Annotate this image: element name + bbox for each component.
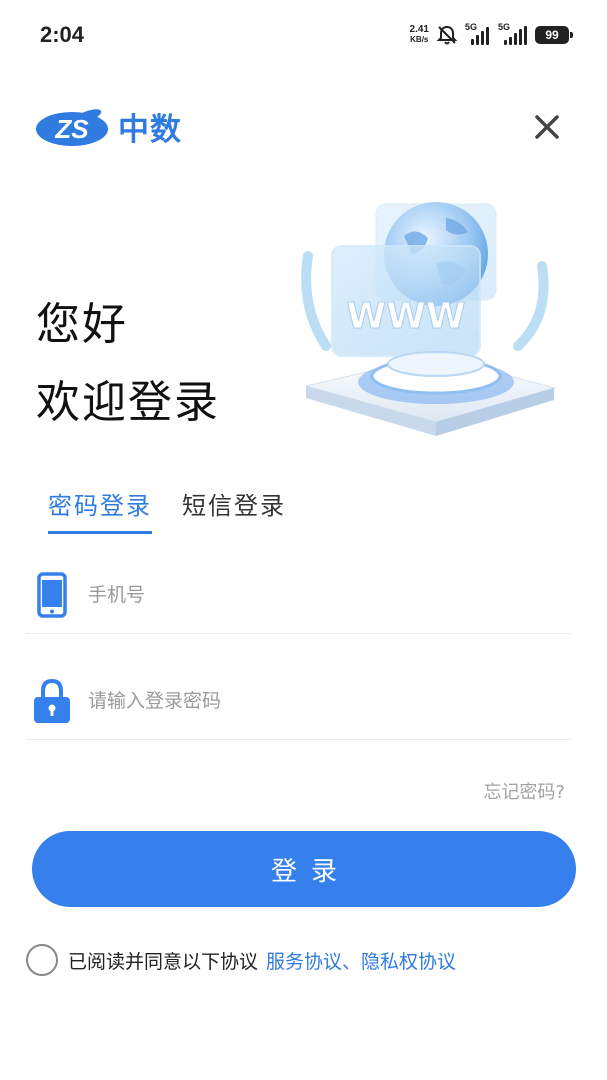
login-button[interactable]: 登录 [32,831,576,907]
status-time: 2:04 [40,22,85,47]
agreement-checkbox[interactable] [26,944,58,976]
network-speed: 2.41 KB/s [410,25,429,45]
privacy-agreement-link[interactable]: 隐私权协议 [361,947,456,974]
www-sign: WWW [346,296,465,337]
password-field [26,662,572,740]
zs-logo-icon: ZS [36,108,108,146]
tab-sms-login[interactable]: 短信登录 [182,486,286,534]
signal-sim2-icon: 5G [498,22,528,45]
signal-sim1-icon: 5G [465,22,491,45]
sim2-network-label: 5G [498,22,511,32]
logo-badge-text: ZS [54,114,89,144]
phone-icon [32,571,72,619]
service-agreement-link[interactable]: 服务协议 [266,947,342,974]
battery-icon: 99 [535,26,573,44]
lock-icon [32,677,72,725]
password-input[interactable] [88,689,508,712]
logo-text: 中数 [118,112,182,148]
login-tabs: 密码登录 短信登录 [48,486,286,534]
tab-password-login[interactable]: 密码登录 [48,486,152,534]
close-icon[interactable] [530,110,564,144]
network-speed-unit: KB/s [410,35,429,44]
brand-logo: ZS 中数 [36,104,182,149]
greeting-hello: 您好 [36,299,128,350]
status-bar: 2:04 2.41 KB/s 5G 5G 99 [0,0,607,72]
agreement-row: 已阅读并同意以下协议 服务协议 、 隐私权协议 [26,944,456,976]
agreement-separator: 、 [342,950,362,973]
status-indicators: 2.41 KB/s 5G 5G 99 [410,22,573,46]
phone-input[interactable] [88,583,508,606]
web-globe-illustration: WWW [301,202,556,436]
greeting-welcome: 欢迎登录 [36,377,220,428]
greeting: 您好 欢迎登录 [36,286,220,442]
network-speed-value: 2.41 [409,24,429,35]
muted-bell-icon [436,25,458,45]
sim1-network-label: 5G [465,22,478,32]
phone-field [26,556,572,634]
agreement-text: 已阅读并同意以下协议 [68,950,259,973]
forgot-password-link[interactable]: 忘记密码? [483,778,565,804]
